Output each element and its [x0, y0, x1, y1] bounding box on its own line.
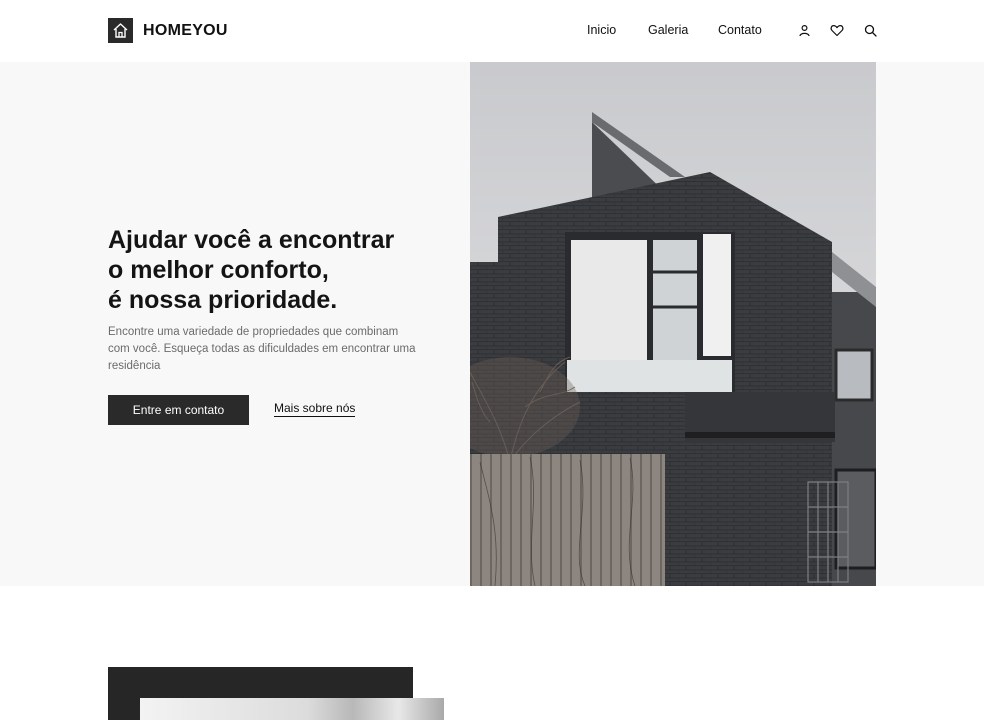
house-icon: [108, 18, 133, 43]
nav-item-galeria[interactable]: Galeria: [648, 23, 688, 37]
heart-icon[interactable]: [829, 22, 845, 38]
brand-name: HOMEYOU: [143, 21, 228, 39]
about-link[interactable]: Mais sobre nós: [274, 401, 356, 417]
house-photo: [470, 62, 876, 586]
nav-item-contato[interactable]: Contato: [718, 23, 762, 37]
brand-logo[interactable]: HOMEYOU: [108, 18, 228, 43]
hero-title-line: é nossa prioridade.: [108, 286, 338, 314]
lower-section-image: [140, 698, 444, 720]
hero-title: Ajudar você a encontrar o melhor confort…: [108, 225, 448, 315]
hero-description: Encontre uma variedade de propriedades q…: [108, 326, 416, 372]
contact-button[interactable]: Entre em contato: [108, 395, 249, 425]
nav-item-inicio[interactable]: Inicio: [587, 23, 616, 37]
user-icon[interactable]: [796, 22, 812, 38]
search-icon[interactable]: [862, 22, 878, 38]
hero-title-line: Ajudar você a encontrar: [108, 226, 395, 254]
hero-title-line: o melhor conforto,: [108, 256, 329, 284]
site-header: HOMEYOU Inicio Galeria Contato: [0, 0, 984, 62]
